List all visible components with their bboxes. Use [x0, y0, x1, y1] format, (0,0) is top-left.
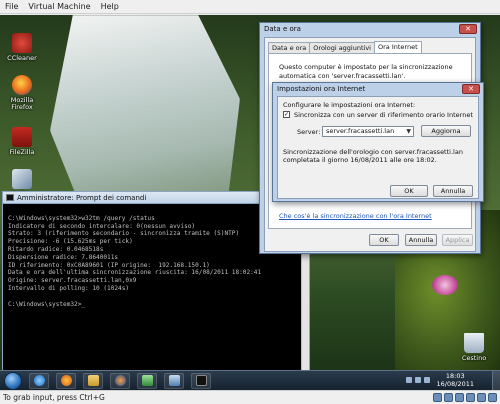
desktop-icon-firefox[interactable]: Mozilla Firefox — [0, 75, 44, 111]
folder-icon — [87, 375, 99, 386]
vm-status-icons — [433, 393, 500, 402]
clock-time: 18:03 — [445, 372, 465, 380]
vm-statusbar: To grab input, press Ctrl+G — [0, 390, 500, 404]
wallpaper-flower — [432, 275, 458, 295]
firefox-icon — [12, 75, 32, 95]
taskbar-control-panel-button[interactable] — [164, 372, 184, 389]
taskbar-explorer-button[interactable] — [83, 372, 103, 389]
close-icon[interactable]: ✕ — [462, 84, 480, 94]
vm-menu-virtual-machine[interactable]: Virtual Machine — [23, 2, 95, 11]
taskbar-cmd-button[interactable] — [191, 372, 211, 389]
taskbar-firefox-button[interactable] — [56, 372, 76, 389]
update-button[interactable]: Aggiorna — [421, 125, 471, 137]
ok-button[interactable]: OK — [390, 185, 428, 197]
data-e-ora-titlebar[interactable]: Data e ora — [260, 23, 480, 35]
internet-time-settings-dialog: Impostazioni ora Internet ✕ Configurare … — [272, 82, 484, 202]
taskbar-clock[interactable]: 18:03 16/08/2011 — [437, 372, 474, 388]
media-player-icon — [114, 375, 126, 386]
chevron-down-icon[interactable]: ▼ — [406, 127, 411, 136]
vm-menu-help[interactable]: Help — [96, 2, 124, 11]
cmd-line: Dispersione radice: 7.8640011s — [8, 253, 119, 261]
taskbar-ie-button[interactable] — [29, 372, 49, 389]
cmd-line — [8, 293, 305, 301]
cmd-line: C:\Windows\system32>_ — [8, 300, 86, 308]
tray-network-icon[interactable] — [415, 377, 421, 383]
desktop-icon-filezilla[interactable]: FileZilla — [0, 127, 44, 156]
tab-data-e-ora[interactable]: Data e ora — [268, 42, 311, 53]
firefox-icon — [60, 375, 72, 386]
server-combobox[interactable]: server.fracassetti.lan ▼ — [322, 126, 414, 137]
data-e-ora-title: Data e ora — [264, 25, 301, 33]
tab-orologi-aggiuntivi[interactable]: Orologi aggiuntivi — [309, 42, 375, 53]
cmd-icon — [195, 375, 207, 386]
shortcut-icon — [12, 169, 32, 189]
recycle-bin-icon — [464, 333, 484, 353]
taskbar-media-button[interactable] — [110, 372, 130, 389]
sync-checkbox[interactable]: ✓ — [283, 111, 290, 118]
sync-status-text: Sincronizzazione dell'orologio con serve… — [283, 148, 463, 164]
sync-info-text: Questo computer è impostato per la sincr… — [279, 63, 453, 80]
cmd-line: Intervallo di polling: 10 (1024s) — [8, 284, 130, 292]
desktop-icon-ccleaner[interactable]: CCleaner — [0, 33, 44, 62]
internet-time-help-link[interactable]: Che cos'è la sincronizzazione con l'ora … — [279, 212, 432, 220]
system-tray — [406, 377, 430, 383]
ccleaner-icon — [12, 33, 32, 53]
grab-input-hint: To grab input, press Ctrl+G — [3, 393, 105, 402]
cmd-window-icon — [6, 194, 14, 201]
cancel-button[interactable]: Annulla — [433, 185, 473, 197]
apply-button[interactable]: Applica — [442, 234, 473, 246]
cancel-button[interactable]: Annulla — [405, 234, 437, 246]
taskbar-network-button[interactable] — [137, 372, 157, 389]
vm-menu-file[interactable]: File — [0, 2, 23, 11]
internet-time-titlebar[interactable]: Impostazioni ora Internet — [273, 83, 483, 95]
network-adapter-icon[interactable] — [466, 393, 475, 402]
tray-volume-icon[interactable] — [424, 377, 430, 383]
network-icon — [141, 375, 153, 386]
desktop-icon-recycle-bin[interactable]: Cestino — [452, 333, 496, 362]
hdd-icon[interactable] — [433, 393, 442, 402]
cmd-line: Data e ora dell'ultima sincronizzazione … — [8, 269, 262, 277]
start-button[interactable] — [4, 371, 22, 390]
tab-strip: Data e ora Orologi aggiuntivi Ora Intern… — [268, 41, 475, 53]
control-panel-icon — [168, 375, 180, 386]
internet-time-body: Configurare le impostazioni ora Internet… — [277, 96, 479, 199]
server-label: Server: — [297, 128, 321, 136]
taskbar: 18:03 16/08/2011 — [0, 370, 500, 391]
close-icon[interactable]: ✕ — [459, 24, 477, 34]
settings-heading: Configurare le impostazioni ora Internet… — [283, 101, 416, 109]
mouse-capture-icon[interactable] — [488, 393, 497, 402]
clock-date: 16/08/2011 — [436, 380, 474, 388]
internet-time-title: Impostazioni ora Internet — [277, 85, 366, 93]
cd-icon[interactable] — [444, 393, 453, 402]
vm-menubar: File Virtual Machine Help — [0, 0, 500, 14]
shared-folder-icon[interactable] — [477, 393, 486, 402]
cmd-line: ID riferimento: 0xC0A89601 (IP origine: … — [8, 261, 210, 269]
tray-flag-icon[interactable] — [406, 377, 412, 383]
tab-ora-internet[interactable]: Ora Internet — [374, 41, 422, 53]
show-desktop-button[interactable] — [492, 371, 500, 391]
ie-icon — [33, 375, 45, 386]
cmd-title: Amministratore: Prompt dei comandi — [17, 193, 147, 202]
filezilla-icon — [12, 127, 32, 147]
cmd-line: Origine: server.fracassetti.lan,0x9 — [8, 277, 137, 285]
ok-button[interactable]: OK — [369, 234, 399, 246]
sync-checkbox-label: Sincronizza con un server di riferimento… — [294, 111, 473, 119]
server-value: server.fracassetti.lan — [326, 127, 395, 135]
usb-icon[interactable] — [455, 393, 464, 402]
